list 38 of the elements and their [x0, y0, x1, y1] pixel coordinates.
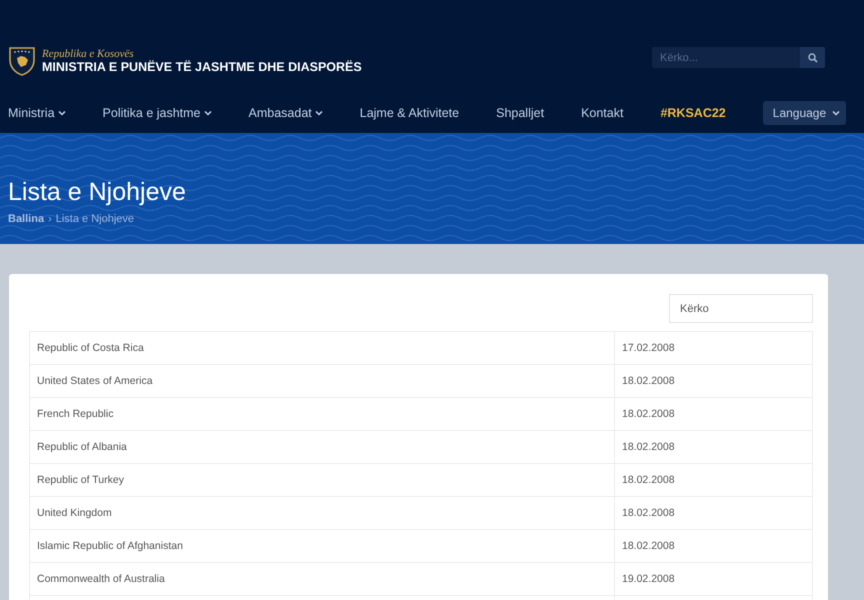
caret-icon — [204, 110, 212, 116]
table-search-field[interactable]: Kërko — [669, 294, 813, 323]
date-cell: 18.02.2008 — [614, 398, 812, 430]
nav-link[interactable]: Ministria — [8, 106, 66, 120]
nav-link[interactable]: Shpalljet — [496, 106, 544, 120]
nav-link[interactable]: Lajme & Aktivitete — [360, 106, 460, 120]
date-cell: 18.02.2008 — [614, 430, 812, 464]
breadcrumb-separator: › — [48, 213, 52, 225]
page-title: Lista e Njohjeve — [8, 177, 186, 207]
language-dropdown[interactable]: Language — [762, 101, 846, 125]
search-button[interactable] — [800, 47, 825, 68]
date-cell: 18.02.2008 — [614, 464, 812, 496]
nav-link[interactable]: Kontakt — [581, 106, 624, 120]
date-cell: 18.02.2008 — [614, 496, 812, 530]
country-cell: United States of America — [30, 364, 614, 398]
country-cell: Commonwealth of Australia — [30, 562, 614, 596]
search-icon — [808, 52, 818, 62]
date-cell: 18.02.2008 — [614, 530, 812, 562]
breadcrumb-current: Lista e Njohjeve — [56, 213, 134, 225]
caret-icon — [832, 110, 840, 116]
nav-link[interactable]: #RKSAC22 — [660, 106, 726, 120]
emblem-caption: Republika e Kosovës — [42, 48, 135, 60]
breadcrumb-link[interactable]: Ballina — [8, 213, 44, 225]
date-cell: 19.02.2008 — [614, 562, 812, 596]
date-cell: 18.02.2008 — [614, 364, 812, 398]
country-cell: Republic of Albania — [30, 430, 614, 464]
country-cell: Islamic Republic of Afghanistan — [30, 530, 614, 562]
caret-icon — [58, 110, 66, 116]
nav-link[interactable]: Politika e jashtme — [102, 106, 212, 120]
country-cell: Republic of Costa Rica — [30, 332, 614, 364]
ministry-title[interactable]: MINISTRIA E PUNËVE TË JASHTME DHE DIASPORËS — [42, 60, 362, 74]
emblem-icon — [8, 46, 36, 76]
country-cell: United Kingdom — [30, 496, 614, 530]
country-cell: French Republic — [30, 398, 614, 430]
country-cell: Republic of Turkey — [30, 464, 614, 496]
caret-icon — [314, 110, 323, 116]
nav-link[interactable]: Ambasadat — [248, 106, 323, 120]
date-cell: 17.02.2008 — [614, 332, 812, 364]
